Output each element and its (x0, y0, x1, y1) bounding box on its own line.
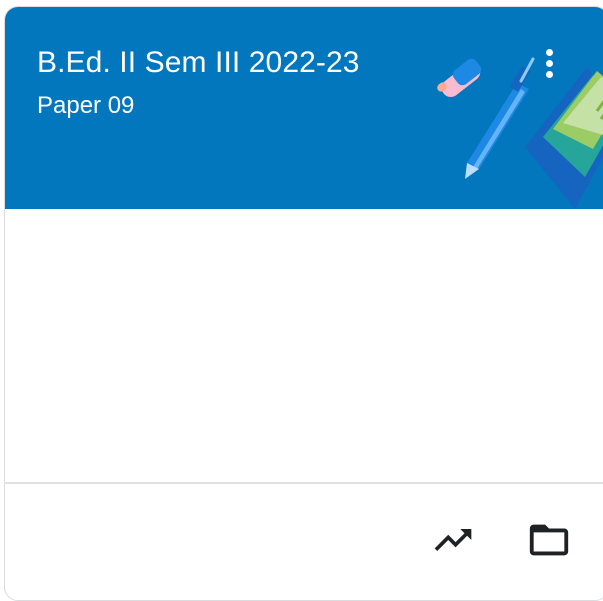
class-title-link[interactable]: B.Ed. II Sem III 2022-23 (37, 45, 360, 81)
class-card-header: B.Ed. II Sem III 2022-23 Paper 09 (5, 7, 603, 209)
eraser-illustration (437, 58, 482, 98)
more-vert-icon-dot-2 (545, 59, 553, 67)
more-vert-icon-dot-3 (545, 70, 553, 78)
class-header-illustration (437, 57, 603, 209)
class-section: Paper 09 (37, 92, 135, 119)
class-card-footer (5, 484, 603, 600)
trending-up-icon (434, 529, 472, 551)
class-card: B.Ed. II Sem III 2022-23 Paper 09 (4, 6, 603, 601)
open-grades-button[interactable] (429, 516, 477, 564)
more-options-button[interactable] (531, 43, 567, 83)
class-card-body (5, 209, 603, 482)
folder-icon (529, 524, 569, 556)
open-folder-button[interactable] (525, 516, 573, 564)
more-vert-icon (545, 48, 553, 56)
book-illustration (525, 67, 603, 209)
